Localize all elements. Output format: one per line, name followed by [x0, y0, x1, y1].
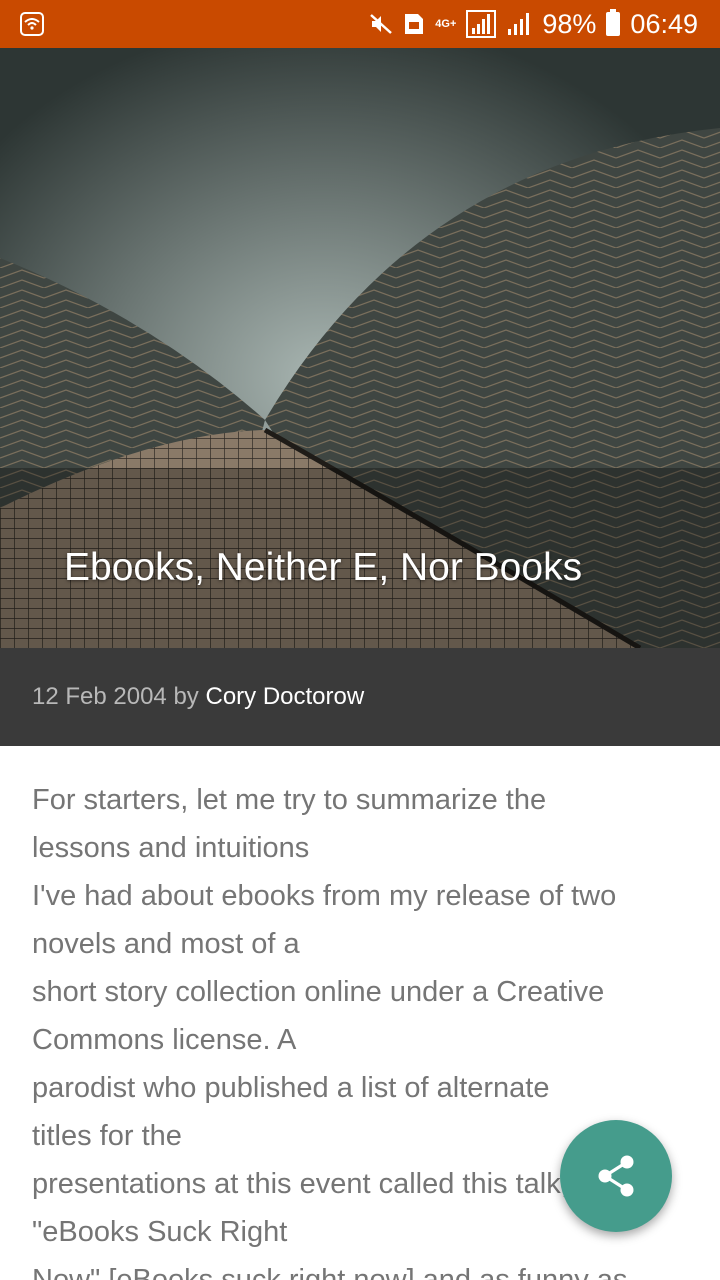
- share-icon: [598, 1155, 634, 1197]
- article-by: by: [167, 683, 206, 711]
- hero-image: Ebooks, Neither E, Nor Books: [0, 48, 720, 648]
- share-button[interactable]: [560, 1120, 672, 1232]
- clock: 06:49: [630, 8, 698, 39]
- signal-icon-2: [508, 13, 530, 35]
- body-line: novels and most of a: [32, 928, 300, 960]
- body-line: lessons and intuitions: [32, 832, 310, 864]
- body-line: Now" [eBooks suck right now] and as funn…: [32, 1264, 628, 1280]
- article-title: Ebooks, Neither E, Nor Books: [64, 546, 583, 589]
- sim-icon: [405, 14, 424, 34]
- network-type: 4G+: [435, 18, 457, 30]
- status-bar: 4G+ 98% 06:49: [0, 0, 720, 48]
- body-line: parodist who published a list of alterna…: [32, 1072, 550, 1104]
- by-label: by: [173, 683, 199, 710]
- body-line: For starters, let me try to summarize th…: [32, 784, 547, 816]
- body-line: Commons license. A: [32, 1024, 297, 1056]
- battery-percent: 98%: [542, 8, 597, 39]
- article-date: 12 Feb 2004: [32, 683, 167, 710]
- article-meta: 12 Feb 2004 by Cory Doctorow: [0, 648, 720, 746]
- signal-icon: [466, 10, 497, 38]
- battery-icon: [606, 9, 621, 36]
- body-line: short story collection online under a Cr…: [32, 976, 605, 1008]
- mute-icon: [370, 14, 393, 34]
- article-author[interactable]: Cory Doctorow: [205, 683, 364, 711]
- body-line: I've had about ebooks from my release of…: [32, 880, 617, 912]
- wifi-icon: [20, 12, 44, 36]
